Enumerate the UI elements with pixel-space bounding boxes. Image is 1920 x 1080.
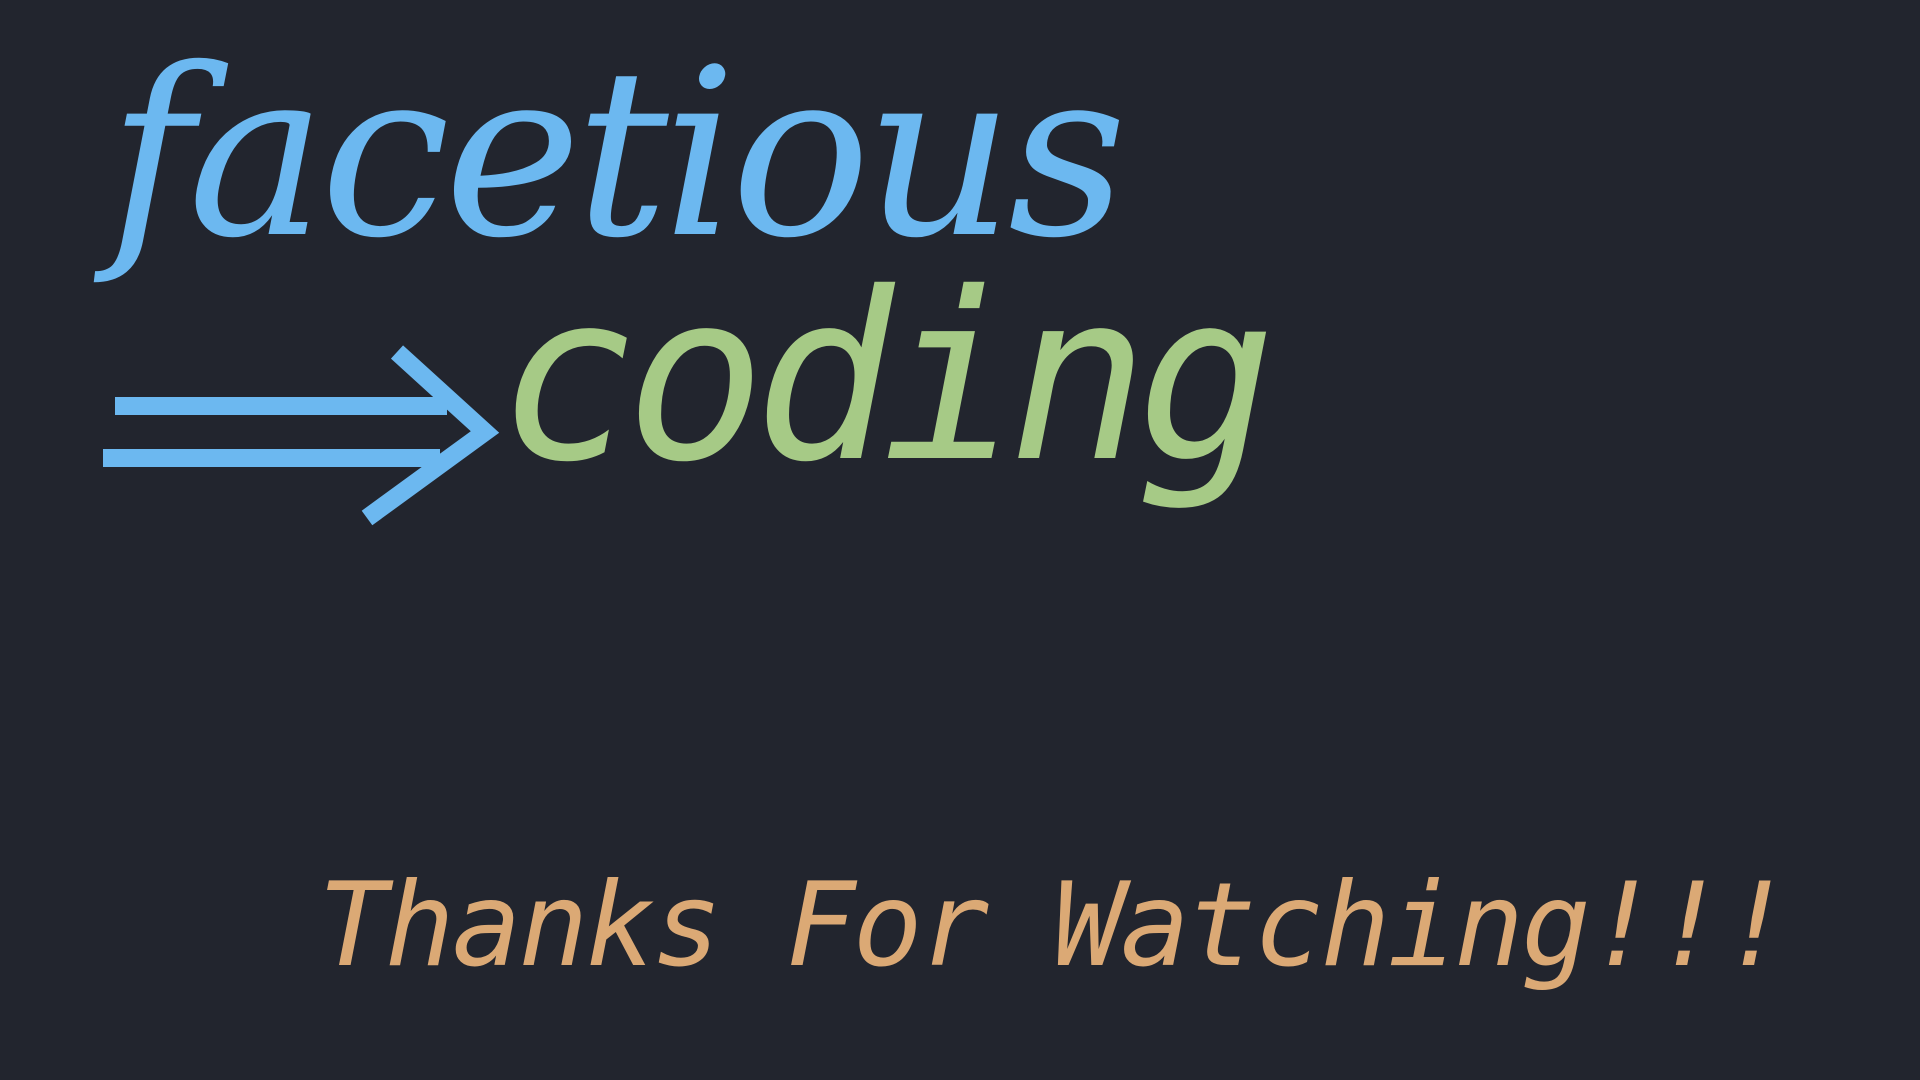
title-word-facetious: facetious — [108, 19, 1127, 289]
double-arrow-right-icon — [103, 345, 500, 526]
title-word-coding: coding — [498, 243, 1276, 513]
thanks-message: Thanks For Watching!!! — [318, 858, 1791, 993]
